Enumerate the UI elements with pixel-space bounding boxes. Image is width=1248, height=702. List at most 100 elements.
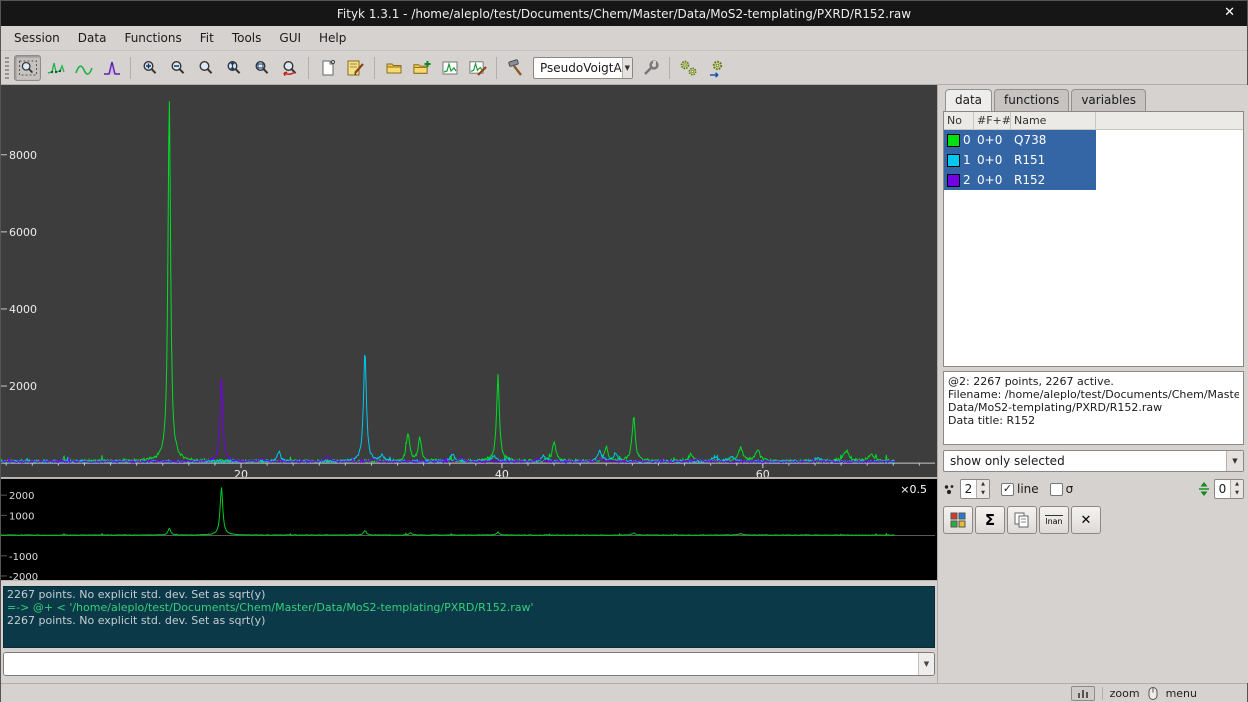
dataset-table: No #F+# Name 00+0Q73810+0R15120+0R152 [943,111,1244,367]
data-colors-icon [950,512,966,528]
dataset-no-cell: 0 [944,130,974,150]
fityk-window: Fityk 1.3.1 - /home/aleplo/test/Document… [0,0,1248,702]
append-data-icon [412,58,432,78]
dataset-row[interactable]: 20+0R152 [944,170,1243,190]
toolbar-grip[interactable] [5,57,9,79]
copy-data-icon [1013,511,1031,529]
y-tick-label: 4000 [9,303,37,316]
zoom-out-icon [168,58,188,78]
command-box: ▼ [3,652,935,676]
dataset-name-cell: Q738 [1011,130,1096,150]
zoom-previous-button[interactable] [276,55,303,81]
filter-value: show only selected [950,454,1065,468]
y-tick-label: 2000 [9,380,37,393]
data-editor-button[interactable] [464,55,491,81]
tab-variables[interactable]: variables [1071,89,1146,111]
dataset-color-swatch[interactable] [947,134,960,147]
command-history-dropdown[interactable]: ▼ [918,653,934,675]
aux-plot[interactable]: 20001000-1000-2000×0.5 [1,479,937,581]
dataset-color-swatch[interactable] [947,174,960,187]
dataset-row[interactable]: 10+0R151 [944,150,1243,170]
spin-up-icon[interactable]: ▲ [977,480,989,489]
menu-help[interactable]: Help [310,28,355,48]
line-checkbox-box[interactable] [1001,483,1014,496]
run-fit-button[interactable] [675,55,702,81]
spin-up-icon[interactable]: ▲ [1231,480,1243,489]
define-function-button[interactable] [637,55,664,81]
menu-tools[interactable]: Tools [223,28,271,48]
append-data-button[interactable] [408,55,435,81]
find-peaks-button[interactable] [502,55,529,81]
shift-value: 0 [1215,480,1230,498]
spin-down-icon[interactable]: ▼ [977,489,989,498]
status-config-button[interactable] [1071,686,1095,701]
filter-select[interactable]: show only selected ▼ [943,450,1244,472]
quick-load-icon [440,58,460,78]
dataset-functions-cell: 0+0 [974,150,1011,170]
edit-script-button[interactable] [342,55,369,81]
dataset-name-cell: R151 [1011,150,1096,170]
zoom-vertical-button[interactable] [220,55,247,81]
range-mode-button[interactable] [42,55,69,81]
delete-dataset-button[interactable]: ✕ [1071,506,1101,534]
continue-fit-button[interactable] [703,55,730,81]
peak-type-select[interactable]: PseudoVoigtA ▼ [533,57,633,79]
data-editor-icon [468,58,488,78]
shift-spinner[interactable]: 0 ▲▼ [1214,479,1244,499]
zoom-selected-icon [252,58,272,78]
menu-session[interactable]: Session [5,28,69,48]
statusbar: zoom menu [1,683,1247,702]
spin-down-icon[interactable]: ▼ [1231,489,1243,498]
window-title: Fityk 1.3.1 - /home/aleplo/test/Document… [337,7,911,21]
console-log[interactable]: 2267 points. No explicit std. dev. Set a… [3,586,935,648]
close-button[interactable]: ✕ [1224,5,1235,20]
point-size-value: 2 [961,480,976,498]
status-config-icon [1077,689,1089,698]
dataset-row[interactable]: 00+0Q738 [944,130,1243,150]
data-colors-button[interactable] [943,506,973,534]
column-header-no: No [944,112,974,129]
dataset-no-cell: 2 [944,170,974,190]
x-tick-label: 40 [495,468,509,477]
dataset-color-swatch[interactable] [947,154,960,167]
add-peak-mode-button[interactable] [98,55,125,81]
main-plot[interactable]: 2040602000400060008000 [1,85,937,479]
sigma-checkbox-box[interactable] [1050,483,1063,496]
titlebar[interactable]: Fityk 1.3.1 - /home/aleplo/test/Document… [1,1,1247,26]
tab-data[interactable]: data [945,89,992,111]
baseline-mode-button[interactable] [70,55,97,81]
command-input[interactable] [4,653,918,675]
info-line: Data/MoS2-templating/PXRD/R152.raw [948,401,1239,414]
dataset-number: 2 [963,173,971,187]
menu-functions[interactable]: Functions [115,28,190,48]
menu-fit[interactable]: Fit [191,28,223,48]
sigma-checkbox[interactable]: σ [1050,482,1074,496]
series-aux [1,487,895,535]
point-size-spinner[interactable]: 2 ▲▼ [960,479,990,499]
aux-plot-canvas: 20001000-1000-2000×0.5 [1,479,935,580]
load-data-icon [384,58,404,78]
sum-button[interactable]: Σ [975,506,1005,534]
zoom-in-button[interactable] [136,55,163,81]
y-tick-label: 6000 [9,226,37,239]
select-mode-button[interactable] [14,55,41,81]
new-script-button[interactable] [314,55,341,81]
status-menu-label: menu [1166,687,1197,700]
zoom-selected-button[interactable] [248,55,275,81]
menu-data[interactable]: Data [69,28,116,48]
line-checkbox[interactable]: line [1001,482,1039,496]
sidebar-tabs: datafunctionsvariables [943,89,1244,111]
zoom-whole-button[interactable] [192,55,219,81]
dataset-table-header: No #F+# Name [944,112,1243,130]
tab-functions[interactable]: functions [994,89,1069,111]
transform-button[interactable]: lnan [1039,506,1069,534]
load-data-button[interactable] [380,55,407,81]
quick-load-button[interactable] [436,55,463,81]
define-function-icon [641,58,661,78]
dataset-list: 00+0Q73810+0R15120+0R152 [944,130,1243,366]
copy-data-button[interactable] [1007,506,1037,534]
menu-gui[interactable]: GUI [270,28,310,48]
dataset-functions-cell: 0+0 [974,130,1011,150]
console-line: 2267 points. No explicit std. dev. Set a… [7,614,931,627]
zoom-out-button[interactable] [164,55,191,81]
